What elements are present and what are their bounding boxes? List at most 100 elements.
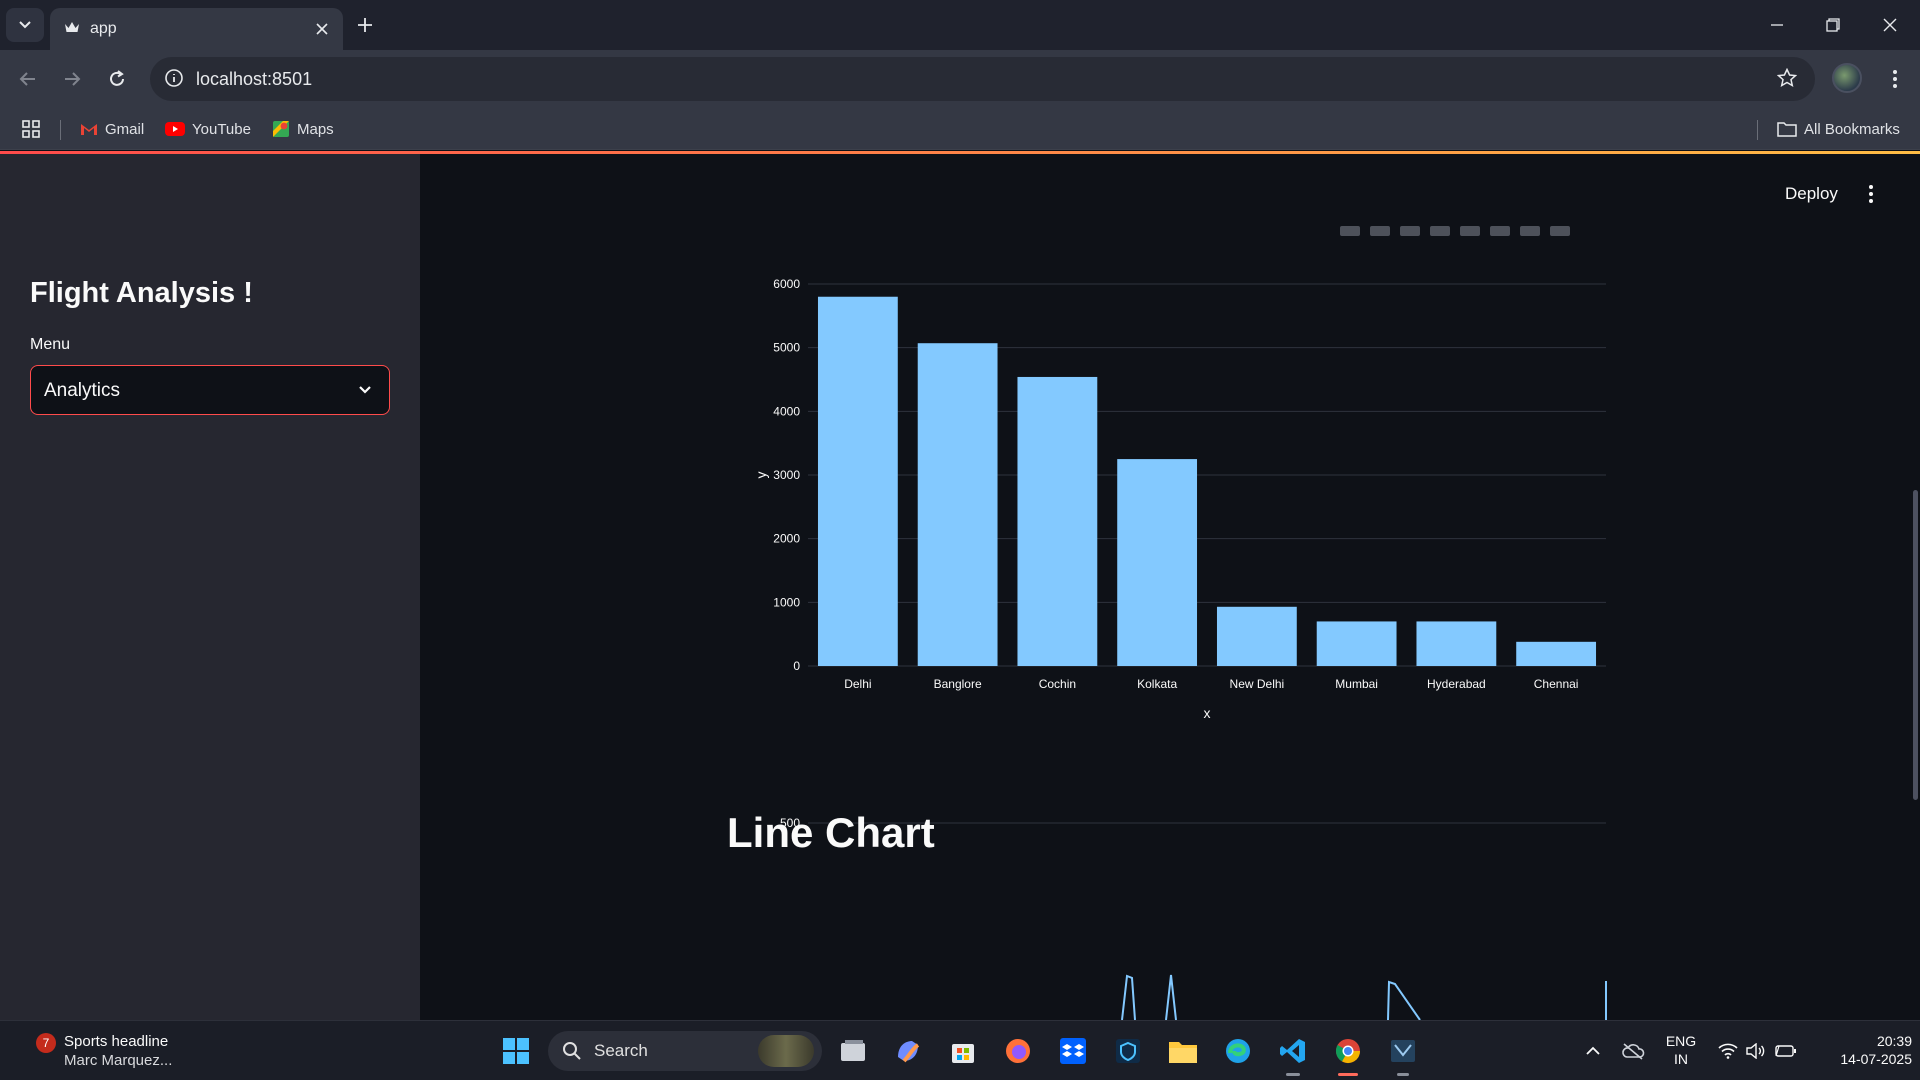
browser-menu-button[interactable] (1880, 63, 1910, 95)
apps-button[interactable] (22, 118, 40, 140)
x-tick-label: Kolkata (1137, 677, 1177, 691)
main-scrollbar[interactable] (1913, 490, 1918, 800)
news-subtitle: Marc Marquez... (64, 1052, 173, 1069)
new-tab-button[interactable] (352, 12, 378, 38)
bookmark-gmail[interactable]: Gmail (80, 118, 144, 140)
taskbar-search-label: Search (594, 1041, 648, 1060)
file-explorer-button[interactable] (1165, 1033, 1201, 1069)
y-tick-label: 1000 (773, 595, 800, 609)
volume-icon (1746, 1043, 1765, 1059)
all-bookmarks-button[interactable]: All Bookmarks (1777, 118, 1900, 140)
bar-delhi[interactable] (817, 296, 898, 666)
tab-title: app (90, 20, 117, 37)
task-view-icon (841, 1040, 865, 1061)
x-tick-label: New Delhi (1230, 677, 1285, 691)
browser-tab-active[interactable]: app (50, 8, 343, 50)
browser-tabstrip: app (0, 0, 1920, 50)
onedrive-button[interactable] (1615, 1033, 1651, 1069)
menu-label: Menu (30, 336, 71, 353)
line-series[interactable] (1121, 974, 1607, 1020)
task-view-button[interactable] (835, 1033, 871, 1069)
profile-avatar[interactable] (1832, 63, 1862, 93)
remote-app-button[interactable] (1385, 1033, 1421, 1069)
site-info-icon[interactable] (164, 68, 184, 93)
remote-running-indicator (1397, 1073, 1409, 1076)
bookmark-maps[interactable]: Maps (272, 118, 334, 140)
bookmark-maps-label: Maps (297, 120, 334, 138)
y-tick-label: 4000 (773, 404, 800, 418)
address-bar[interactable]: localhost:8501 (150, 57, 1815, 101)
close-tab-icon[interactable] (311, 18, 333, 40)
region-code: IN (1674, 1051, 1688, 1067)
reload-button[interactable] (101, 63, 133, 95)
forward-button[interactable] (56, 63, 88, 95)
bookmarks-divider-right (1757, 120, 1758, 140)
bar-cochin[interactable] (1017, 376, 1098, 666)
bar-kolkata[interactable] (1117, 459, 1198, 666)
firefox-button[interactable] (1000, 1033, 1036, 1069)
show-hidden-icons-button[interactable] (1575, 1033, 1611, 1069)
bar-chart: 0 1000 2000 3000 4000 5000 6000 Delhi Banglore C… (753, 277, 1607, 1020)
dropbox-button[interactable] (1055, 1033, 1091, 1069)
bar-new-delhi[interactable] (1216, 606, 1297, 666)
vscode-button[interactable] (1275, 1033, 1311, 1069)
clock-date: 14-07-2025 (1840, 1051, 1912, 1067)
bookmark-youtube[interactable]: YouTube (165, 118, 251, 140)
wifi-icon (1718, 1043, 1738, 1059)
language-indicator[interactable]: ENG IN (1660, 1032, 1702, 1068)
vscode-running-indicator (1286, 1073, 1300, 1076)
x-tick-label: Mumbai (1335, 677, 1378, 691)
store-icon (952, 1044, 974, 1063)
gmail-icon (81, 124, 97, 135)
battery-button[interactable] (1768, 1033, 1804, 1069)
app-shield-button[interactable] (1110, 1033, 1146, 1069)
news-title: Sports headline (64, 1033, 169, 1050)
all-bookmarks-label: All Bookmarks (1804, 120, 1900, 138)
news-badge: 7 (36, 1033, 56, 1053)
edge-button[interactable] (1220, 1033, 1256, 1069)
copilot-icon (898, 1041, 920, 1063)
language-code: ENG (1665, 1033, 1697, 1049)
chrome-button[interactable] (1330, 1033, 1366, 1069)
bar-chennai[interactable] (1516, 641, 1597, 666)
taskbar-search[interactable]: Search (548, 1031, 822, 1071)
copilot-button[interactable] (890, 1033, 926, 1069)
bookmark-gmail-label: Gmail (105, 120, 145, 138)
close-icon (1883, 18, 1897, 32)
y-tick-label: 3000 (773, 468, 800, 482)
y-tick-label: 0 (793, 659, 800, 673)
start-button[interactable] (498, 1033, 534, 1069)
back-button[interactable] (12, 63, 44, 95)
folder-icon (1169, 1042, 1197, 1063)
chrome-icon (1335, 1039, 1360, 1064)
x-tick-label: Cochin (1039, 677, 1076, 691)
search-highlight-image (758, 1035, 814, 1067)
firefox-icon (1006, 1039, 1030, 1063)
dropbox-icon (1060, 1038, 1086, 1064)
close-window-button[interactable] (1870, 10, 1910, 40)
restore-button[interactable] (1813, 10, 1853, 40)
url-text[interactable]: localhost:8501 (196, 69, 312, 90)
maps-icon (273, 121, 289, 137)
tab-search-button[interactable] (6, 8, 44, 42)
vscode-icon (1280, 1039, 1305, 1063)
plus-icon (358, 18, 372, 32)
microsoft-store-button[interactable] (945, 1033, 981, 1069)
bookmarks-bar: Gmail YouTube Maps All Bookmarks (0, 108, 1920, 150)
bar-banglore[interactable] (917, 343, 998, 666)
clock[interactable]: 20:39 14-07-2025 (1812, 1032, 1912, 1068)
restore-icon (1826, 18, 1840, 32)
bar-mumbai[interactable] (1316, 621, 1397, 666)
shield-app-icon (1116, 1039, 1140, 1063)
search-icon (562, 1041, 582, 1066)
menu-select-value: Analytics (44, 380, 121, 401)
chevron-down-icon (357, 381, 373, 402)
minimize-button[interactable] (1757, 10, 1797, 40)
sidebar: Flight Analysis ! Menu Analytics (0, 154, 420, 1020)
bar-hyderabad[interactable] (1416, 621, 1497, 666)
apps-grid-icon (22, 120, 40, 138)
bookmark-star-icon[interactable] (1776, 67, 1798, 93)
more-vertical-icon (1893, 70, 1897, 88)
menu-select[interactable]: Analytics (30, 365, 390, 415)
reload-icon (110, 70, 124, 86)
